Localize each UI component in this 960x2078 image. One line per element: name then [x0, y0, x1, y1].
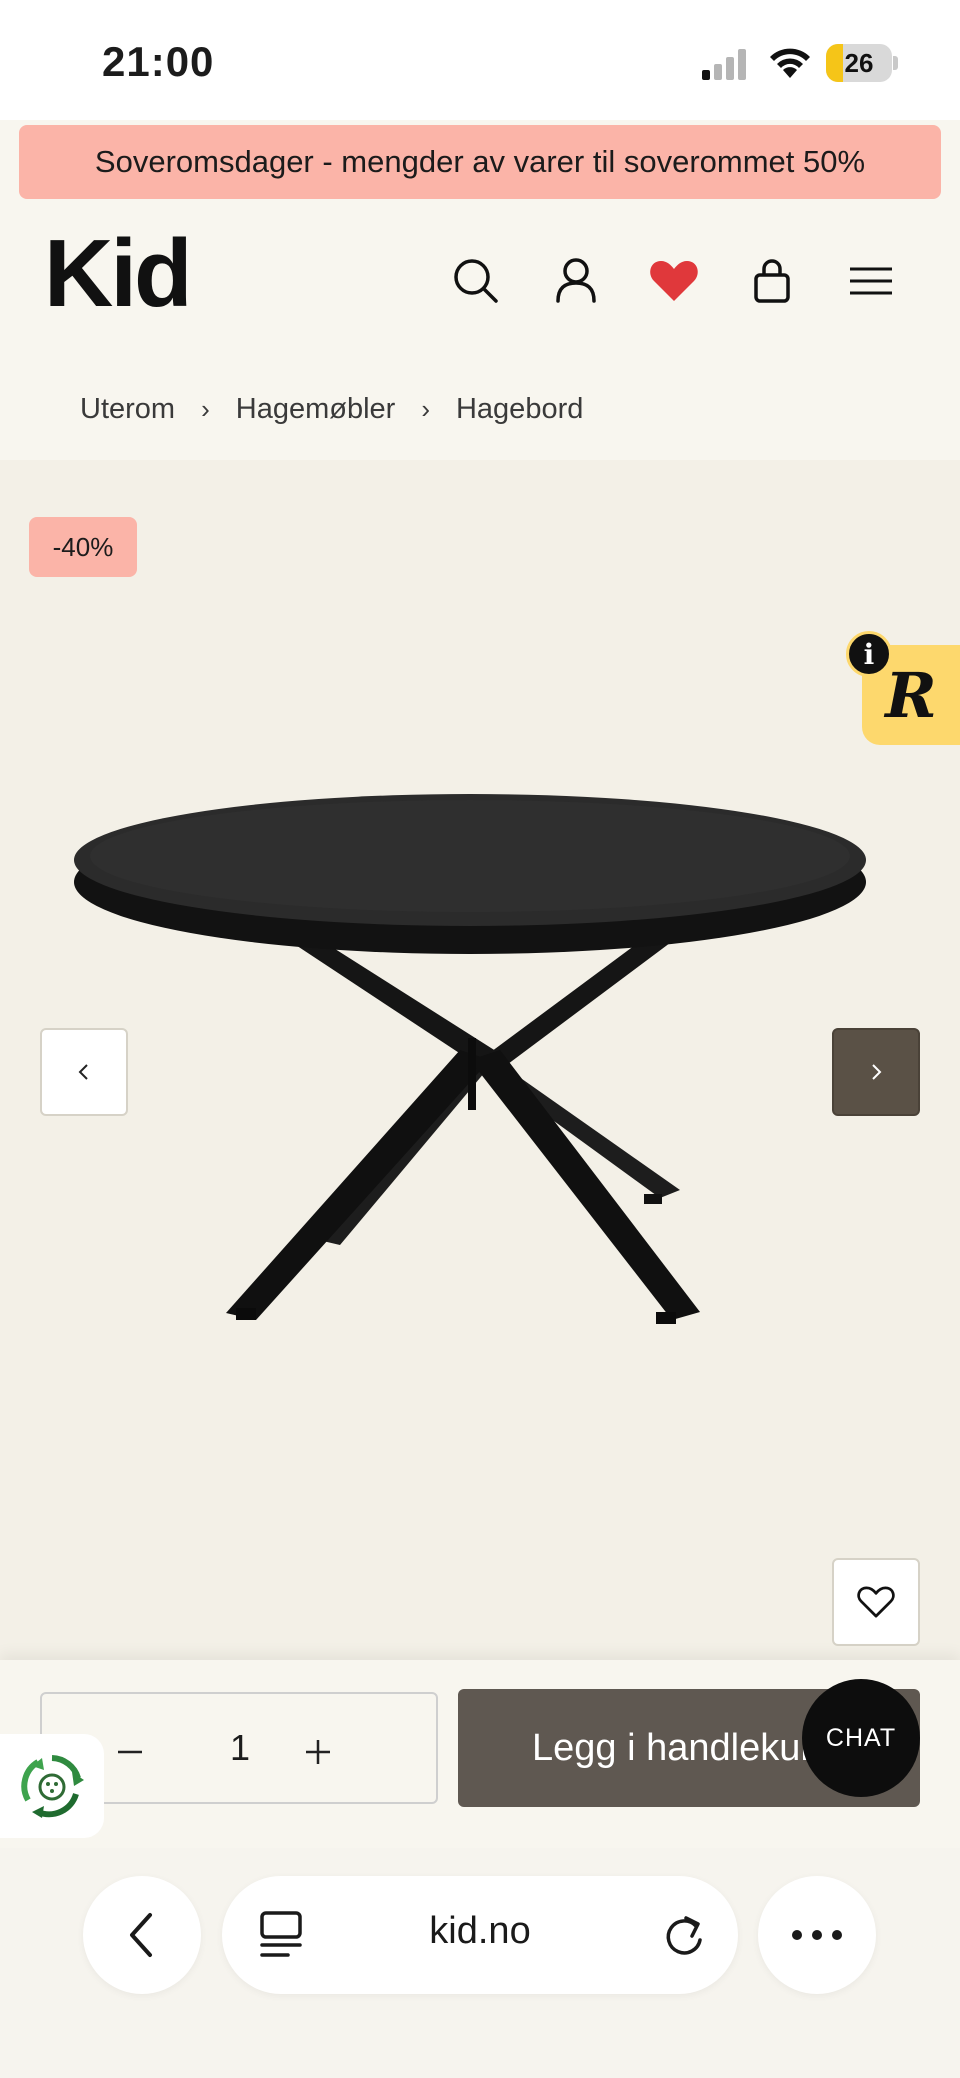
chevron-right-icon	[872, 1064, 882, 1080]
quantity-increase-button[interactable]	[288, 1722, 348, 1782]
wishlist-button[interactable]	[832, 1558, 920, 1646]
browser-back-button[interactable]	[83, 1876, 201, 1994]
more-icon	[792, 1930, 842, 1940]
promo-banner[interactable]: Soveromsdager - mengder av varer til sov…	[19, 125, 941, 199]
chat-button[interactable]: CHAT	[802, 1679, 920, 1797]
info-icon[interactable]: i	[846, 631, 892, 677]
tabs-icon[interactable]	[258, 1909, 304, 1961]
recycle-icon	[21, 1755, 84, 1818]
chevron-right-icon: ›	[201, 394, 210, 424]
menu-icon[interactable]	[842, 253, 898, 309]
product-image[interactable]	[40, 760, 920, 1390]
cart-icon[interactable]	[744, 253, 800, 309]
breadcrumb-item[interactable]: Uterom	[80, 393, 175, 426]
back-icon	[130, 1913, 152, 1957]
account-icon[interactable]	[548, 253, 604, 309]
quantity-value[interactable]: 1	[210, 1727, 270, 1777]
minus-icon	[118, 1750, 142, 1754]
site-logo[interactable]: Kid	[44, 226, 193, 322]
heart-icon[interactable]	[646, 253, 702, 309]
gallery-next-button[interactable]	[832, 1028, 920, 1116]
signal-icon	[702, 48, 750, 80]
status-time: 21:00	[102, 38, 215, 85]
promo-text: Soveromsdager - mengder av varer til sov…	[94, 144, 866, 179]
browser-more-button[interactable]	[758, 1876, 876, 1994]
add-to-cart-label: Legg i handlekurv	[532, 1726, 832, 1769]
battery-percentage: 26	[844, 48, 874, 78]
reload-icon[interactable]	[660, 1910, 708, 1960]
breadcrumb-item[interactable]: Hagebord	[456, 393, 583, 426]
breadcrumb-item[interactable]: Hagemøbler	[236, 393, 396, 426]
eco-badge[interactable]	[0, 1734, 104, 1838]
url-text[interactable]: kid.no	[330, 1910, 630, 1953]
chevron-right-icon: ›	[421, 394, 430, 424]
wifi-icon	[768, 46, 812, 80]
breadcrumb: Uterom › Hagemøbler › Hagebord	[80, 393, 583, 426]
gallery-prev-button[interactable]	[40, 1028, 128, 1116]
heart-outline-icon	[857, 1586, 895, 1618]
search-icon[interactable]	[448, 253, 504, 309]
chevron-left-icon	[78, 1064, 88, 1080]
battery-tip	[893, 56, 898, 70]
discount-badge: -40%	[29, 517, 137, 577]
plus-icon	[306, 1740, 330, 1764]
battery-icon: 26	[826, 44, 892, 82]
quantity-decrease-button[interactable]	[100, 1722, 160, 1782]
